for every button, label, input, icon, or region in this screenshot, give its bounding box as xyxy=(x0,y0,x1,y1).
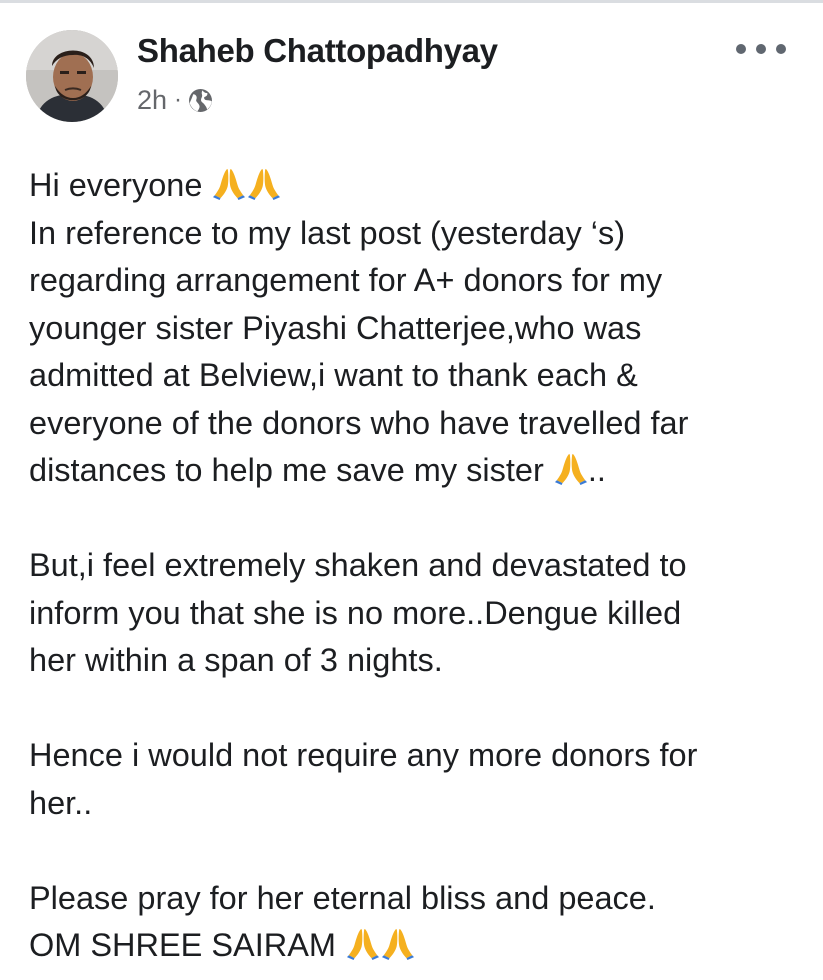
more-options-icon[interactable] xyxy=(736,34,786,64)
post-text-line: But,i feel extremely shaken and devastat… xyxy=(29,547,687,583)
post-text-line: regarding arrangement for A+ donors for … xyxy=(29,262,663,298)
post-text: distances to help me save my sister xyxy=(29,452,544,488)
post-text-line: Hi everyone xyxy=(29,162,819,210)
folded-hands-emoji xyxy=(346,928,380,960)
post-text: .. xyxy=(587,452,606,488)
folded-hands-emoji xyxy=(213,168,246,200)
post-text-line: younger sister Piyashi Chatterjee,who wa… xyxy=(29,309,642,346)
author-avatar[interactable] xyxy=(26,30,118,122)
post-body: Hi everyone In reference to my last post… xyxy=(29,162,819,970)
post-text-line: inform you that she is no more..Dengue k… xyxy=(29,594,682,631)
post-time[interactable]: 2h xyxy=(137,85,167,116)
post-text: Hi everyone xyxy=(29,167,203,203)
folded-hands-emoji xyxy=(248,168,281,200)
author-name[interactable]: Shaheb Chattopadhyay xyxy=(137,32,498,70)
more-dot xyxy=(736,44,746,54)
post-header: Shaheb Chattopadhyay 2h · xyxy=(0,0,823,140)
post-text-line: Please pray for her eternal bliss and pe… xyxy=(29,879,656,916)
post-text-line: admitted at Belview,i want to thank each… xyxy=(29,357,638,393)
folded-hands-emoji xyxy=(381,928,415,960)
post-text-line: distances to help me save my sister .. xyxy=(29,447,819,495)
folded-hands-emoji xyxy=(554,453,587,485)
more-dot xyxy=(756,44,766,54)
avatar-image xyxy=(26,30,118,122)
globe-icon[interactable] xyxy=(188,88,213,113)
post-text: OM SHREE SAIRAM xyxy=(29,927,336,963)
post-text-line: her within a span of 3 nights. xyxy=(29,642,443,678)
post-text-line: In reference to my last post (yesterday … xyxy=(29,214,626,251)
post-text-line: everyone of the donors who have travelle… xyxy=(29,404,689,441)
post-text-line: Hence i would not require any more donor… xyxy=(29,737,698,773)
more-dot xyxy=(776,44,786,54)
meta-separator: · xyxy=(174,86,183,113)
post-meta: 2h · xyxy=(137,84,213,116)
post-text-line: OM SHREE SAIRAM xyxy=(29,922,819,970)
post-text-line: her.. xyxy=(29,784,93,821)
